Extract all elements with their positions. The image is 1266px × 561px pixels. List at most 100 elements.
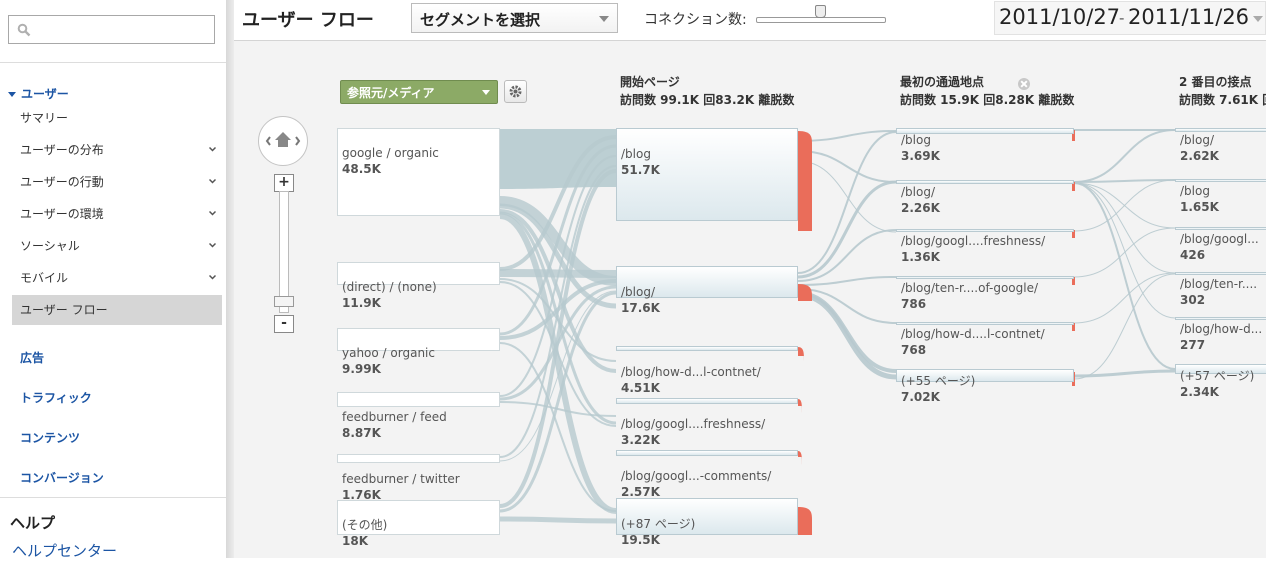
flow-node[interactable]: [1175, 317, 1266, 320]
chevron-down-icon: [482, 90, 490, 95]
divider: [0, 62, 226, 63]
search-input[interactable]: [35, 19, 214, 41]
search-field[interactable]: [8, 15, 215, 44]
column-title: 2 番目の接点: [1179, 75, 1252, 89]
flow-link[interactable]: [1073, 272, 1176, 324]
drop-off-marker[interactable]: [798, 399, 802, 413]
sidebar-item[interactable]: ユーザーの分布: [12, 135, 222, 165]
connection-slider-handle[interactable]: [815, 5, 826, 18]
close-icon[interactable]: [1018, 78, 1030, 90]
flow-node-label: /blog 51.7K: [621, 146, 660, 178]
flow-link[interactable]: [499, 516, 617, 524]
dimension-select[interactable]: 参照元/メディア: [340, 80, 498, 104]
gear-icon: [509, 85, 522, 98]
sidebar-item[interactable]: サマリー: [12, 103, 222, 133]
node-name: (direct) / (none): [342, 280, 437, 294]
sidebar-item[interactable]: ユーザーの環境: [12, 199, 222, 229]
node-name: /blog/how-d....l-contnet/: [901, 327, 1045, 341]
node-value: 9.99K: [342, 362, 381, 376]
flow-link[interactable]: [1073, 182, 1176, 274]
flow-node-label: /blog/googl... 426: [1180, 231, 1259, 263]
sidebar: ユーザー サマリーユーザーの分布 ユーザーの行動ユーザーの環境ソーシャルモバイルユ…: [0, 0, 227, 560]
flow-node[interactable]: [337, 454, 500, 463]
flow-link[interactable]: [797, 131, 897, 274]
node-value: 11.9K: [342, 296, 381, 310]
node-name: (+55 ページ): [901, 374, 976, 388]
sidebar-item-label: ユーザーの分布: [20, 143, 104, 157]
node-value: 768: [901, 343, 927, 357]
node-value: 426: [1180, 248, 1206, 262]
drop-off-marker[interactable]: [798, 131, 812, 231]
flow-link[interactable]: [1073, 129, 1176, 183]
flow-node-label: /blog/ten-r....of-google/786: [901, 280, 1038, 312]
flow-node-label: /blog/2.62K: [1180, 132, 1219, 164]
node-name: /blog/googl...-comments/: [621, 469, 772, 483]
flow-node[interactable]: [896, 322, 1074, 325]
section-users[interactable]: ユーザー: [8, 85, 69, 102]
sidebar-section[interactable]: コンテンツ: [20, 429, 80, 446]
flow-node-label: (+87 ページ) 19.5K: [621, 516, 695, 548]
flow-node[interactable]: [1175, 179, 1266, 182]
node-value: 2.26K: [901, 201, 940, 215]
segment-select-label: セグメントを選択: [420, 11, 541, 29]
flow-node[interactable]: [616, 450, 798, 456]
chevron-down-icon: [209, 178, 216, 184]
zoom-slider[interactable]: [279, 191, 289, 313]
flow-node-label: (direct) / (none) 11.9K: [342, 279, 437, 311]
pan-control[interactable]: [258, 116, 308, 166]
sidebar-item[interactable]: モバイル: [12, 263, 222, 293]
chevron-down-icon: [599, 16, 609, 22]
column-stats: 訪問数 15.9K 回8.28K 離脱数: [900, 93, 1075, 107]
flow-link[interactable]: [797, 150, 897, 183]
flow-link[interactable]: [1073, 182, 1176, 370]
node-value: 2.34K: [1180, 385, 1219, 399]
flow-node-label: (その他) 18K: [342, 517, 387, 549]
flow-node[interactable]: [896, 276, 1074, 279]
node-name: /blog/: [901, 185, 935, 199]
node-value: 19.5K: [621, 533, 660, 547]
drop-off-marker[interactable]: [798, 451, 802, 465]
flow-node[interactable]: [616, 346, 798, 351]
drop-off-marker[interactable]: [798, 507, 812, 535]
sidebar-item[interactable]: ソーシャル: [12, 231, 222, 261]
flow-node[interactable]: [1175, 272, 1266, 275]
date-end: 2011/11/26: [1128, 5, 1250, 29]
zoom-out-button[interactable]: -: [274, 315, 294, 333]
node-name: /blog: [621, 147, 651, 161]
node-value: 18K: [342, 534, 368, 548]
zoom-slider-handle[interactable]: [274, 296, 294, 307]
sidebar-item[interactable]: ユーザーの行動: [12, 167, 222, 197]
flow-node-label: /blog/17.6K: [621, 284, 660, 316]
sidebar-item-label: ソーシャル: [20, 239, 80, 253]
date-range-picker[interactable]: 2011/10/27 - 2011/11/26: [994, 1, 1266, 35]
sidebar-section[interactable]: コンバージョン: [20, 469, 104, 486]
flow-node-label: (+57 ページ) 2.34K: [1180, 368, 1254, 400]
flow-node[interactable]: [337, 392, 500, 407]
sidebar-item-label: ユーザーの行動: [20, 175, 104, 189]
node-name: /blog/googl...: [1180, 232, 1259, 246]
settings-button[interactable]: [504, 80, 527, 103]
node-value: 17.6K: [621, 301, 660, 315]
flow-node-label: google / organic 48.5K: [342, 145, 439, 177]
flow-node[interactable]: [616, 398, 798, 404]
flow-link[interactable]: [797, 292, 897, 380]
search-icon: [17, 23, 31, 37]
page-title: ユーザー フロー: [242, 10, 374, 31]
flow-link[interactable]: [797, 160, 897, 233]
flow-node[interactable]: [896, 229, 1074, 232]
sidebar-section[interactable]: トラフィック: [20, 389, 92, 406]
section-users-label: ユーザー: [21, 87, 69, 101]
node-value: 3.69K: [901, 149, 940, 163]
sidebar-item[interactable]: ユーザー フロー: [12, 295, 222, 325]
drop-off-marker[interactable]: [798, 347, 804, 361]
flow-node-label: yahoo / organic 9.99K: [342, 345, 435, 377]
column-title: 最初の通過地点: [900, 75, 985, 89]
drop-off-marker[interactable]: [798, 284, 812, 301]
flow-canvas[interactable]: + - 参照元/メディア 開始ページ 訪問数 99.1K 回83.2K 離脱数 …: [234, 41, 1266, 558]
segment-select[interactable]: セグメントを選択: [411, 3, 618, 33]
sidebar-section[interactable]: 広告: [20, 349, 44, 366]
zoom-in-button[interactable]: +: [274, 174, 294, 192]
node-value: 3.22K: [621, 433, 660, 447]
divider: [0, 497, 226, 498]
flow-node[interactable]: [1175, 227, 1266, 230]
